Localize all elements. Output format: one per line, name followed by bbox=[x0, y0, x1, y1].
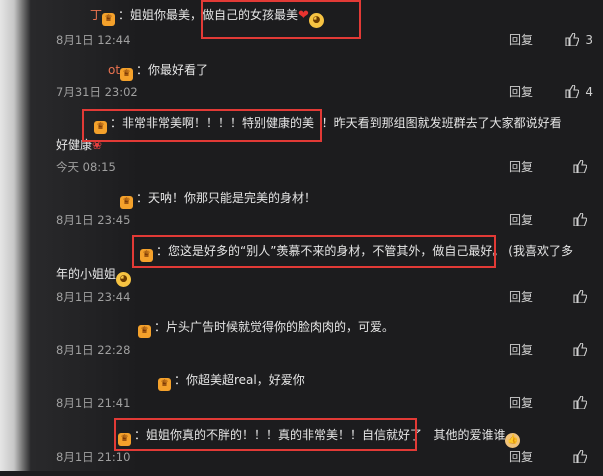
heart-icon: ❤ bbox=[298, 8, 309, 23]
comment-item: ♛ ：片头广告时候就觉得你的脸肉肉的，可爱。 8月1日 22:28 回复 bbox=[0, 312, 603, 372]
comment-text: ♛ ：非常非常美啊！！！！特别健康的美 ！昨天看到那组图就发班群去了大家都说好看 bbox=[94, 115, 562, 134]
comment-item: ♛ ：你超美超real，好爱你 8月1日 21:41 回复 bbox=[0, 364, 603, 424]
comment-item: 丁 ♛ ：姐姐你最美，做自己的女孩最美❤ ◕ 8月1日 12:44 回复 3 bbox=[0, 0, 603, 60]
thumbs-up-icon bbox=[565, 33, 580, 46]
crown-icon: ♛ bbox=[102, 13, 116, 26]
comment-time: 今天 08:15 bbox=[56, 160, 116, 174]
rose-icon: ❀ bbox=[92, 138, 103, 152]
reply-button[interactable]: 回复 bbox=[509, 213, 533, 227]
thumbs-up-emoji-icon: 👍 bbox=[505, 433, 521, 448]
reply-button[interactable]: 回复 bbox=[509, 160, 533, 174]
thumbs-up-icon bbox=[565, 85, 580, 98]
thumbs-up-icon bbox=[573, 213, 587, 226]
comment-time: 8月1日 12:44 bbox=[56, 33, 131, 47]
reply-button[interactable]: 回复 bbox=[509, 343, 533, 357]
comment-time: 8月1日 21:10 bbox=[56, 450, 131, 464]
crown-icon: ♛ bbox=[118, 433, 131, 446]
reply-button[interactable]: 回复 bbox=[509, 85, 533, 99]
reply-button[interactable]: 回复 bbox=[509, 396, 533, 410]
comment-time: 8月1日 22:28 bbox=[56, 343, 131, 357]
crown-icon: ♛ bbox=[138, 325, 151, 338]
comment-time: 7月31日 23:02 bbox=[56, 85, 138, 99]
comment-item: ♛ ：姐姐你真的不胖的！！！真的非常美！！自信就好了 其他的爱谁谁 👍 8月1日 2… bbox=[0, 416, 603, 476]
like-button[interactable]: 3 bbox=[565, 33, 593, 47]
comment-text: ot ♛ ：你最好看了 bbox=[108, 63, 209, 81]
comment-text: ♛ ：您这是好多的“别人”羡慕不来的身材，不管其外，做自己最好。 (我喜欢了多 bbox=[140, 243, 573, 262]
like-button[interactable] bbox=[573, 213, 593, 227]
crown-icon: ♛ bbox=[140, 249, 153, 262]
thumbs-up-icon bbox=[573, 396, 587, 409]
thumbs-up-icon bbox=[573, 343, 587, 356]
crown-icon: ♛ bbox=[158, 378, 171, 391]
crown-icon: ♛ bbox=[94, 121, 107, 134]
thumbs-up-icon bbox=[573, 290, 587, 303]
comment-time: 8月1日 23:45 bbox=[56, 213, 131, 227]
comment-text: ♛ ：姐姐你真的不胖的！！！真的非常美！！自信就好了 其他的爱谁谁 👍 bbox=[118, 427, 521, 448]
emoji-icon: ◕ bbox=[308, 13, 324, 28]
comment-time: 8月1日 21:41 bbox=[56, 396, 131, 410]
comment-time: 8月1日 23:44 bbox=[56, 290, 131, 304]
comment-text-line2: 好健康❀ bbox=[56, 138, 103, 152]
reply-button[interactable]: 回复 bbox=[509, 290, 533, 304]
comment-text: ♛ ：片头广告时候就觉得你的脸肉肉的，可爱。 bbox=[138, 319, 394, 338]
like-button[interactable] bbox=[573, 450, 593, 464]
comment-item: ♛ ：您这是好多的“别人”羡慕不来的身材，不管其外，做自己最好。 (我喜欢了多 年… bbox=[0, 234, 603, 304]
comment-item: ♛ ：天呐！你那只能是完美的身材！ 8月1日 23:45 回复 bbox=[0, 182, 603, 242]
thumbs-up-icon bbox=[573, 160, 587, 173]
crown-icon: ♛ bbox=[120, 196, 133, 209]
comment-text: ♛ ：你超美超real，好爱你 bbox=[158, 372, 305, 391]
like-button[interactable] bbox=[573, 160, 593, 174]
username-fragment[interactable]: ot bbox=[108, 63, 120, 77]
comment-text-line2: 年的小姐姐 ◕ bbox=[56, 266, 132, 287]
reply-button[interactable]: 回复 bbox=[509, 450, 533, 464]
like-button[interactable] bbox=[573, 396, 593, 410]
like-button[interactable]: 4 bbox=[565, 85, 593, 99]
reply-button[interactable]: 回复 bbox=[509, 33, 533, 47]
comment-item: ♛ ：非常非常美啊！！！！特别健康的美 ！昨天看到那组图就发班群去了大家都说好看 … bbox=[0, 110, 603, 174]
username-fragment[interactable]: 丁 bbox=[90, 8, 102, 22]
comment-text: ♛ ：天呐！你那只能是完美的身材！ bbox=[120, 190, 316, 209]
like-button[interactable] bbox=[573, 343, 593, 357]
crown-icon: ♛ bbox=[120, 68, 134, 81]
thumbs-up-icon bbox=[573, 450, 587, 463]
like-button[interactable] bbox=[573, 290, 593, 304]
comment-text: 丁 ♛ ：姐姐你最美，做自己的女孩最美❤ ◕ bbox=[90, 7, 324, 28]
emoji-icon: ◕ bbox=[116, 272, 132, 287]
